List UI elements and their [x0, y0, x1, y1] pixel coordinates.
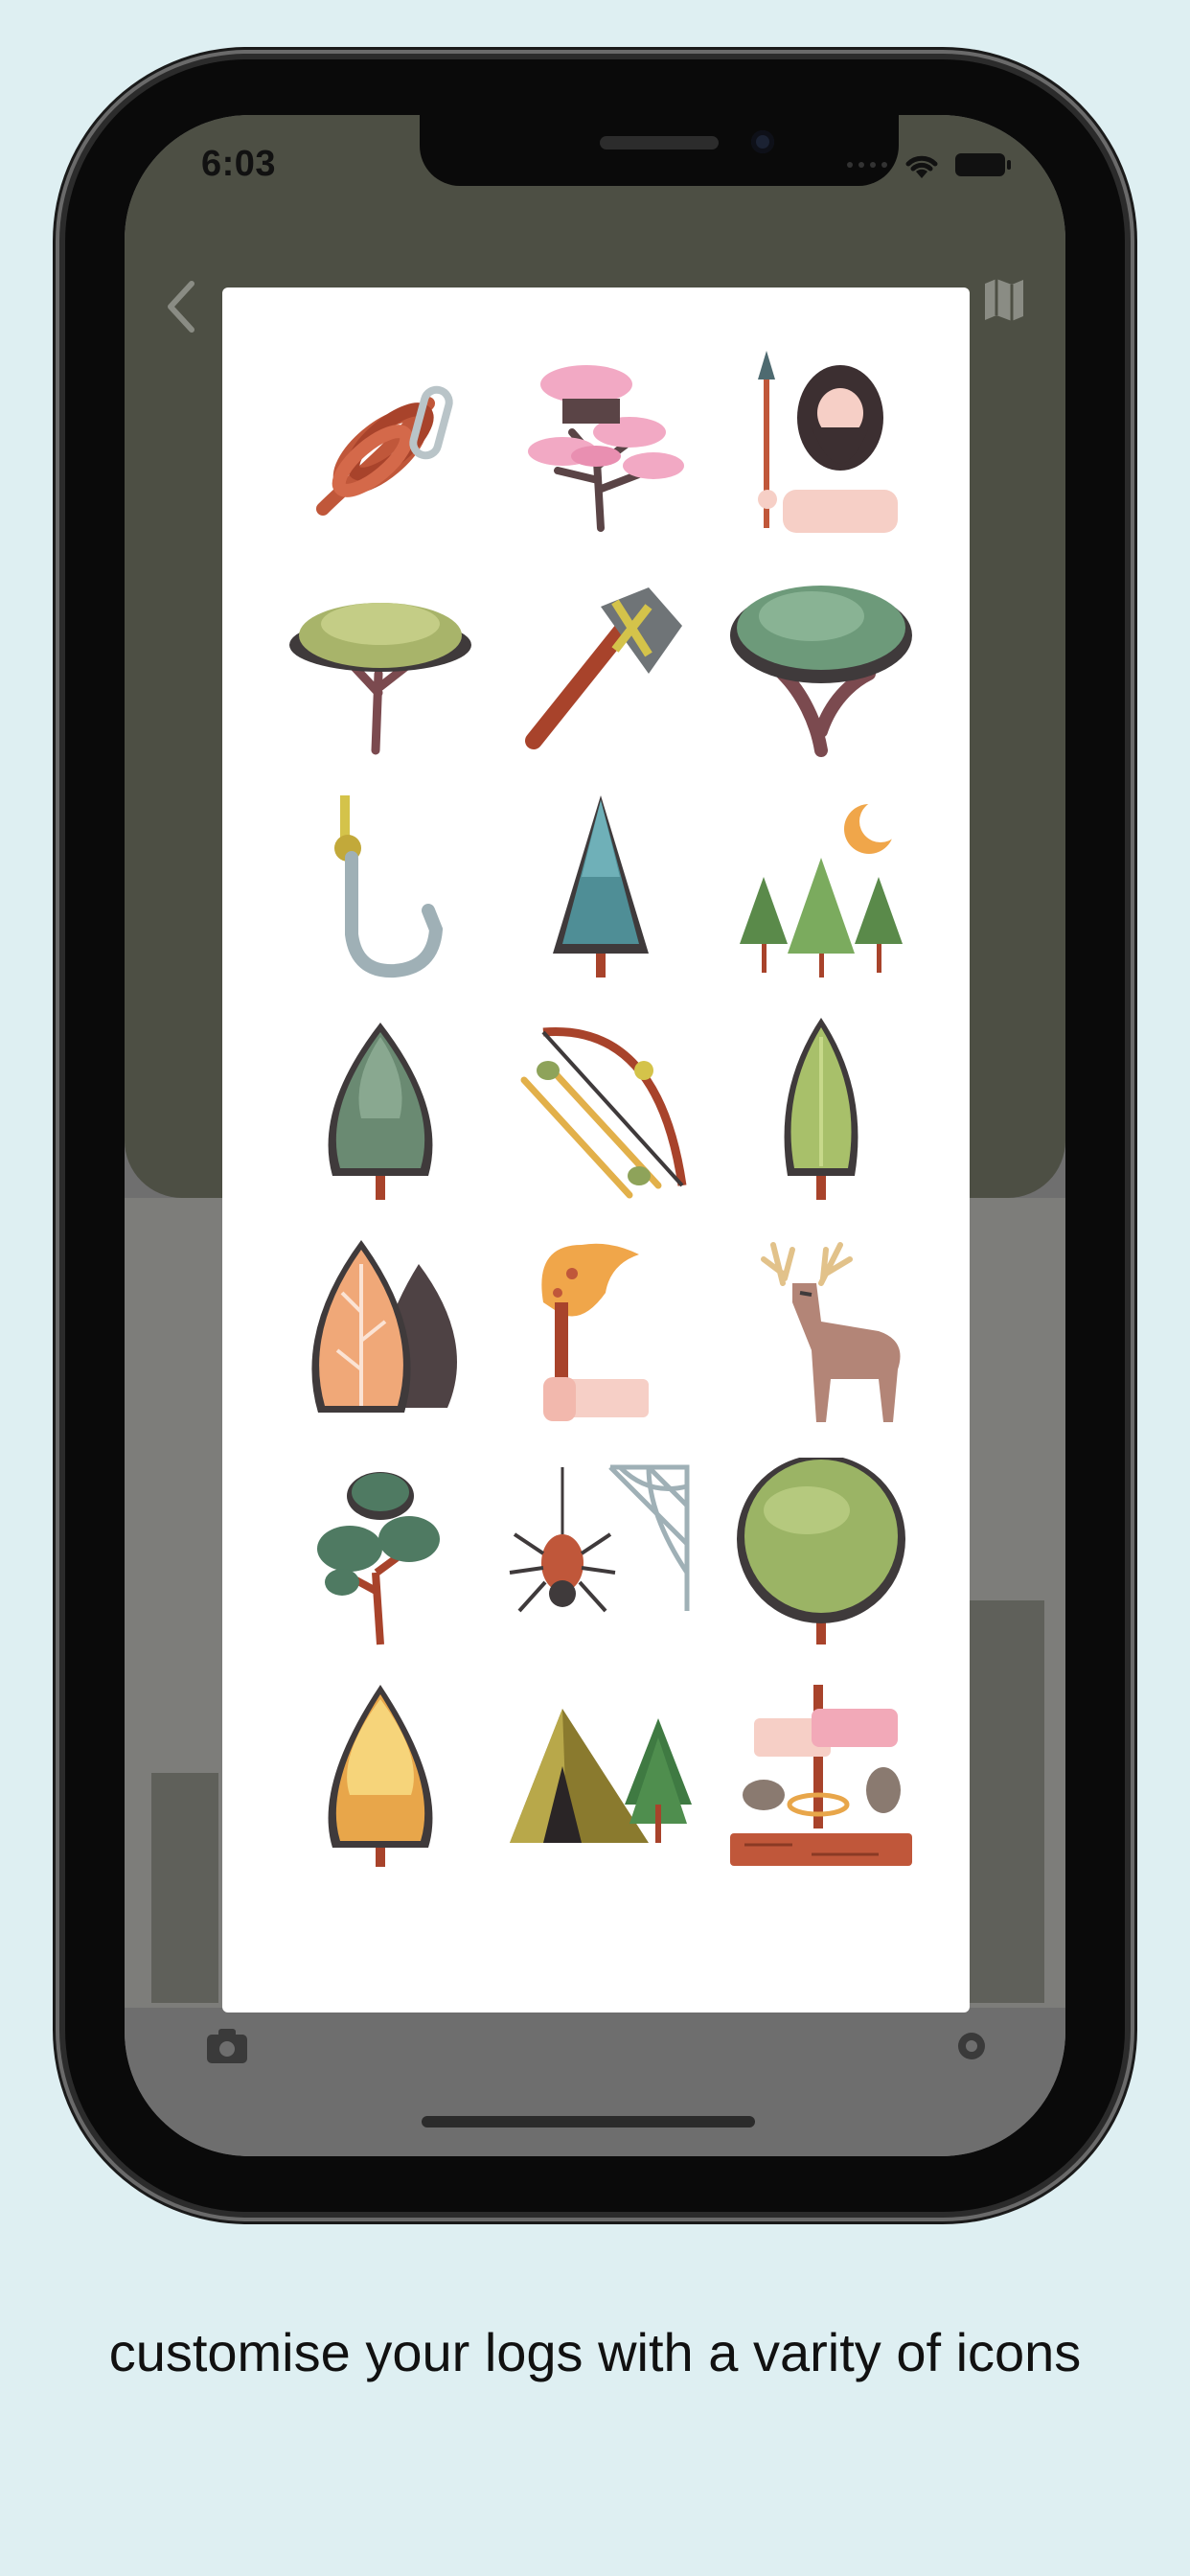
fish-hook-icon [334, 795, 444, 978]
forest-moon-icon [740, 800, 903, 978]
icon-option[interactable] [711, 1887, 931, 1957]
promo-caption: customise your logs with a varity of ico… [108, 2322, 1082, 2382]
spruce-tree-icon [553, 795, 649, 978]
icon-option[interactable] [270, 1442, 491, 1665]
icon-option[interactable] [491, 1887, 711, 1957]
notch [420, 115, 899, 186]
icon-option[interactable] [711, 775, 931, 998]
icon-option[interactable] [270, 998, 491, 1220]
battery-icon [955, 153, 1011, 176]
icon-picker-modal [222, 288, 970, 2012]
caveman-spear-icon [758, 351, 898, 533]
wifi-icon [905, 155, 938, 178]
icon-option[interactable] [711, 1220, 931, 1442]
deer-icon [761, 1242, 901, 1422]
yellow-tree-icon [328, 1685, 433, 1867]
spider-web-icon [509, 1464, 690, 1613]
settings-tab-icon[interactable] [952, 2027, 991, 2065]
icon-option[interactable] [491, 998, 711, 1220]
camera-tab-icon[interactable] [205, 2027, 249, 2065]
cypress-tree-icon [784, 1018, 858, 1200]
icon-option[interactable] [491, 1442, 711, 1665]
map-icon[interactable] [981, 276, 1027, 324]
fire-starting-icon [730, 1685, 912, 1866]
icon-option[interactable] [711, 1442, 931, 1665]
acacia-tree-icon [289, 603, 471, 755]
round-tree-icon [737, 1458, 905, 1644]
icon-option[interactable] [711, 553, 931, 775]
bush-icon [285, 1902, 476, 1957]
tent-icon [510, 1709, 692, 1843]
tab-bar [125, 2027, 1065, 2084]
icon-option[interactable] [491, 331, 711, 553]
status-time: 6:03 [201, 144, 277, 184]
icon-option[interactable] [270, 1887, 491, 1957]
icon-option[interactable] [270, 331, 491, 553]
front-camera [751, 130, 774, 153]
icon-option[interactable] [711, 1665, 931, 1887]
tall-tree-icon [317, 1472, 440, 1645]
icon-option[interactable] [270, 775, 491, 998]
cherry-blossom-tree-icon [528, 365, 684, 532]
back-chevron-icon[interactable] [163, 278, 201, 335]
status-icons [847, 150, 1012, 180]
bare-branches-icon [505, 1902, 697, 1957]
icon-option[interactable] [491, 1220, 711, 1442]
cellular-signal-icon [847, 162, 889, 168]
icon-option[interactable] [711, 998, 931, 1220]
hills-icon [725, 1902, 917, 1957]
icon-option[interactable] [491, 1665, 711, 1887]
stone-axe-icon [525, 587, 682, 749]
torch-hand-icon [541, 1243, 649, 1421]
icon-grid [270, 331, 931, 1957]
icon-option[interactable] [711, 331, 931, 553]
autumn-trees-icon [311, 1240, 457, 1413]
bow-arrows-icon [520, 1026, 687, 1199]
rope-carabiner-icon [316, 385, 453, 516]
home-indicator [422, 2116, 755, 2128]
speaker [600, 136, 719, 150]
icon-option[interactable] [270, 1220, 491, 1442]
icon-option[interactable] [270, 1665, 491, 1887]
oak-tree-icon [730, 586, 912, 757]
icon-grid-scroll[interactable] [222, 288, 970, 1957]
icon-option[interactable] [270, 553, 491, 775]
fir-tree-icon [328, 1023, 433, 1200]
icon-option[interactable] [491, 553, 711, 775]
icon-option[interactable] [491, 775, 711, 998]
